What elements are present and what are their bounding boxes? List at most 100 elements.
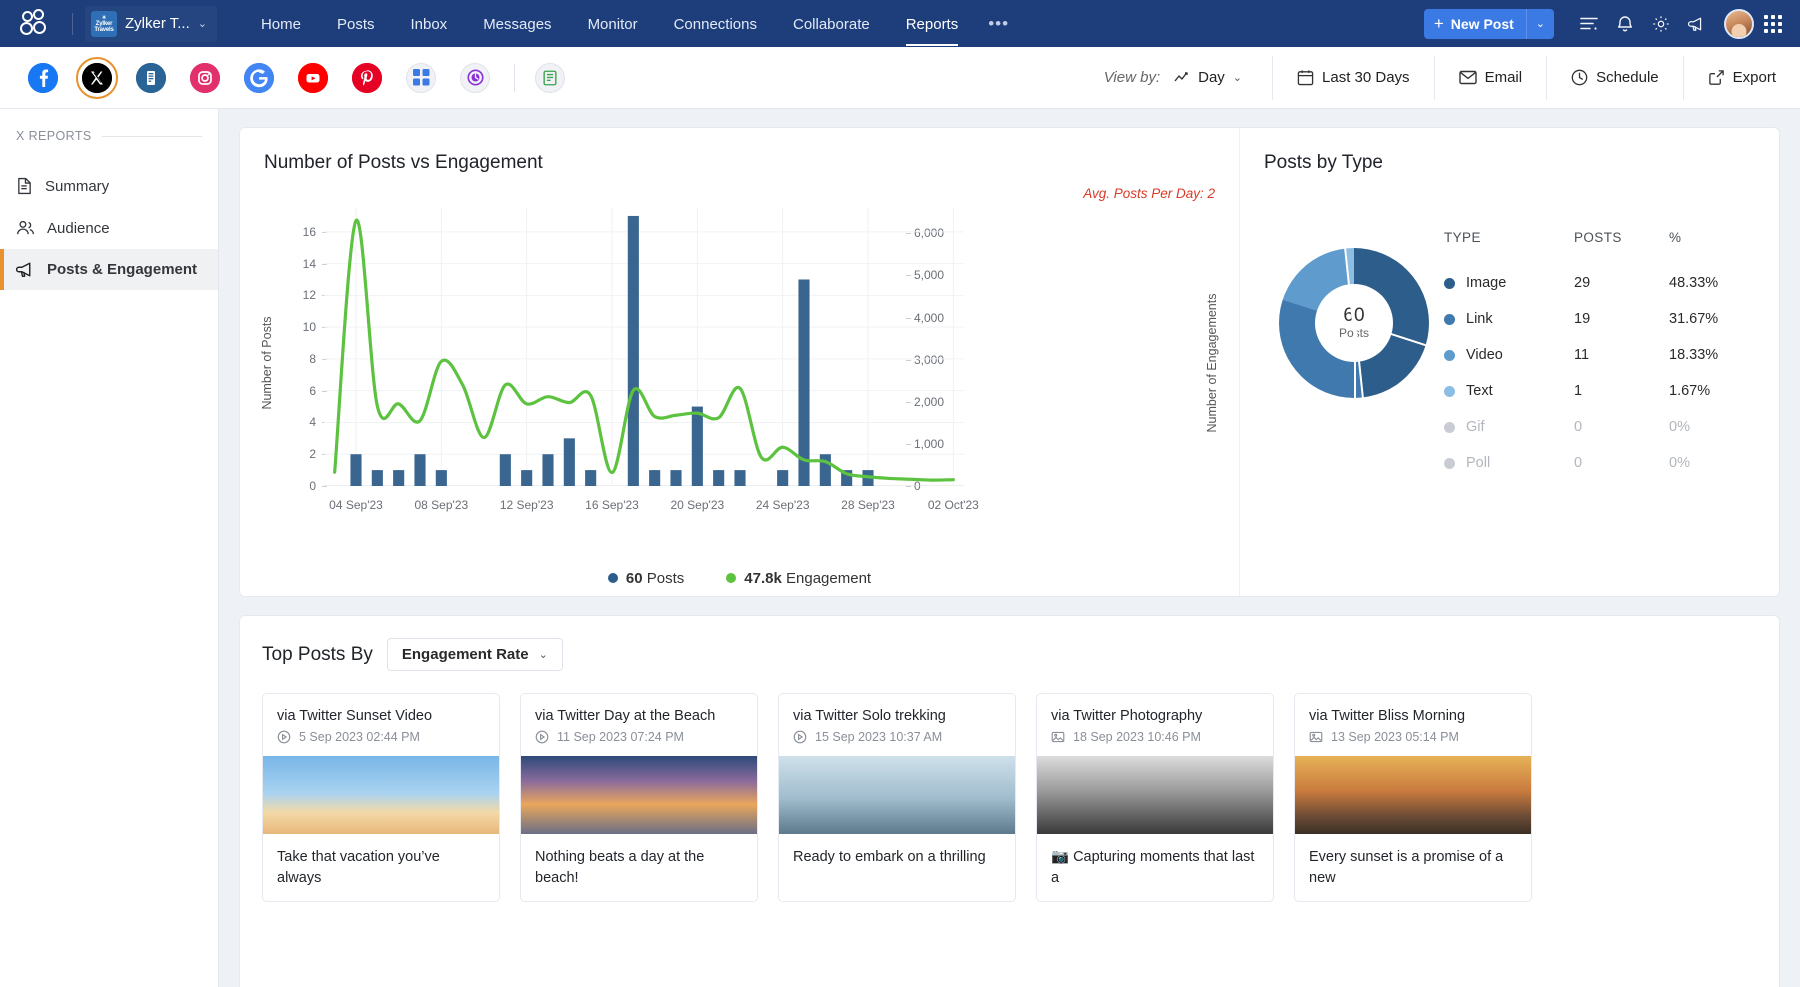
- x-twitter-icon[interactable]: [76, 56, 118, 99]
- chart-bar[interactable]: [670, 470, 682, 486]
- nav-link-collaborate[interactable]: Collaborate: [775, 2, 888, 46]
- legend-swatch-engagement: [726, 573, 737, 583]
- app-grid-icon[interactable]: [1764, 14, 1782, 33]
- top-post-card[interactable]: via Twitter Day at the Beach 11 Sep 2023 …: [520, 693, 758, 903]
- top-post-card[interactable]: via Twitter Bliss Morning 13 Sep 2023 05:…: [1294, 693, 1532, 903]
- new-post-button[interactable]: + New Post ⌄: [1423, 8, 1554, 39]
- gear-icon[interactable]: [1644, 7, 1678, 41]
- top-nav-actions: + New Post ⌄: [1423, 7, 1788, 41]
- nav-link-monitor[interactable]: Monitor: [570, 2, 656, 46]
- top-post-thumbnail[interactable]: [779, 756, 1015, 834]
- top-post-thumbnail[interactable]: [1037, 756, 1273, 834]
- megaphone-icon[interactable]: [1680, 7, 1714, 41]
- plot-area: [324, 208, 1215, 486]
- sidebar-item-summary[interactable]: Summary: [0, 165, 218, 207]
- table-row[interactable]: Poll 0 0%: [1444, 445, 1759, 481]
- chart-title: Number of Posts vs Engagement: [264, 152, 543, 173]
- nav-link-inbox[interactable]: Inbox: [392, 2, 465, 46]
- bell-icon[interactable]: [1608, 7, 1642, 41]
- top-post-thumbnail[interactable]: [263, 756, 499, 834]
- table-row[interactable]: Text 1 1.67%: [1444, 373, 1759, 409]
- channel-divider: [514, 63, 515, 92]
- avg-posts-per-day-note: Avg. Posts Per Day: 2: [1083, 186, 1215, 201]
- table-row[interactable]: Link 19 31.67%: [1444, 301, 1759, 337]
- export-icon: [1708, 70, 1724, 85]
- chart-bar[interactable]: [393, 470, 405, 486]
- type-cell: Poll: [1444, 455, 1574, 471]
- top-post-card[interactable]: via Twitter Photography 18 Sep 2023 10:46…: [1036, 693, 1274, 903]
- date-range-button[interactable]: Last 30 Days: [1272, 55, 1434, 100]
- nav-link-messages[interactable]: Messages: [465, 2, 569, 46]
- instagram-icon[interactable]: [190, 62, 220, 93]
- sidebar-item-posts-engagement[interactable]: Posts & Engagement: [0, 249, 218, 290]
- legend-item-engagement[interactable]: 47.8k Engagement: [726, 570, 871, 587]
- chart-bar[interactable]: [350, 454, 362, 486]
- view-by-day-dropdown[interactable]: Day ⌄: [1174, 56, 1272, 100]
- chart-bar[interactable]: [585, 470, 597, 486]
- top-post-thumbnail[interactable]: [1295, 756, 1531, 834]
- pinterest-icon[interactable]: [352, 62, 382, 93]
- schedule-button[interactable]: Schedule: [1546, 55, 1683, 100]
- mastodon-icon[interactable]: [406, 62, 436, 93]
- list-icon[interactable]: [1572, 7, 1606, 41]
- nav-link-reports[interactable]: Reports: [888, 2, 977, 46]
- video-icon: [535, 730, 549, 744]
- youtube-icon[interactable]: [298, 62, 328, 93]
- nav-link-connections[interactable]: Connections: [656, 2, 775, 46]
- table-row[interactable]: Gif 0 0%: [1444, 409, 1759, 445]
- top-posts-sort-dropdown[interactable]: Engagement Rate ⌄: [386, 638, 563, 671]
- image-icon: [1051, 731, 1065, 743]
- clock-icon: [1571, 69, 1588, 86]
- avatar[interactable]: [1724, 8, 1754, 39]
- top-post-thumbnail[interactable]: [521, 756, 757, 834]
- type-cell: Video: [1444, 347, 1574, 363]
- table-row[interactable]: Image 29 48.33%: [1444, 265, 1759, 301]
- chart-bar[interactable]: [798, 279, 810, 486]
- engagement-line[interactable]: [333, 219, 955, 482]
- chart-bar[interactable]: [819, 454, 831, 486]
- email-button[interactable]: Email: [1433, 55, 1547, 100]
- chart-bar[interactable]: [734, 470, 746, 486]
- chart-bar[interactable]: [627, 215, 639, 486]
- legend-item-posts[interactable]: 60 Posts: [607, 570, 684, 587]
- whatsapp-icon[interactable]: [535, 62, 565, 93]
- posts-count-cell: 19: [1574, 311, 1591, 327]
- top-post-card[interactable]: via Twitter Solo trekking 15 Sep 2023 10:…: [778, 693, 1016, 903]
- chart-bar[interactable]: [563, 438, 575, 486]
- y-tick-label: 2: [309, 447, 316, 462]
- top-post-date: 18 Sep 2023 10:46 PM: [1073, 730, 1201, 744]
- chart-bar[interactable]: [414, 454, 426, 486]
- nav-link-home[interactable]: Home: [243, 2, 319, 46]
- chart-bar[interactable]: [691, 406, 703, 486]
- donut-chart-holder: 60 Posts: [1264, 230, 1444, 398]
- y-tick-label: 12: [302, 288, 316, 303]
- chart-bar[interactable]: [371, 470, 383, 486]
- linkedin-icon[interactable]: [136, 62, 166, 93]
- zoho-social-logo-icon[interactable]: [20, 8, 54, 39]
- chart-bar[interactable]: [435, 470, 447, 486]
- table-row[interactable]: Video 11 18.33%: [1444, 337, 1759, 373]
- chart-bar[interactable]: [713, 470, 725, 486]
- sidebar-item-audience[interactable]: Audience: [0, 207, 218, 249]
- chart-bar[interactable]: [649, 470, 661, 486]
- x-tick-label: 02 Oct'23: [927, 498, 979, 512]
- posts-count-cell: 0: [1574, 419, 1583, 435]
- chart-bar[interactable]: [499, 454, 511, 486]
- new-post-dropdown-icon[interactable]: ⌄: [1525, 8, 1554, 39]
- export-button[interactable]: Export: [1682, 55, 1800, 100]
- facebook-icon[interactable]: [28, 62, 58, 93]
- chart-bar[interactable]: [777, 470, 789, 486]
- type-swatch: [1444, 421, 1455, 433]
- chart-bar[interactable]: [521, 470, 533, 486]
- chevron-down-icon[interactable]: ⌄: [198, 17, 207, 30]
- x-tick-label: 16 Sep'23: [585, 498, 639, 512]
- donut-chart[interactable]: 60 Posts: [1279, 248, 1429, 398]
- brand-switcher[interactable]: ✳ Zylker Travels Zylker T... ⌄: [85, 5, 217, 42]
- chart-bar[interactable]: [542, 454, 554, 486]
- top-post-card[interactable]: via Twitter Sunset Video 5 Sep 2023 02:44…: [262, 693, 500, 903]
- google-business-icon[interactable]: [244, 62, 274, 93]
- tiktok-icon[interactable]: [460, 62, 490, 93]
- video-icon: [277, 730, 291, 744]
- nav-more-icon[interactable]: •••: [976, 14, 1021, 34]
- nav-link-posts[interactable]: Posts: [319, 2, 393, 46]
